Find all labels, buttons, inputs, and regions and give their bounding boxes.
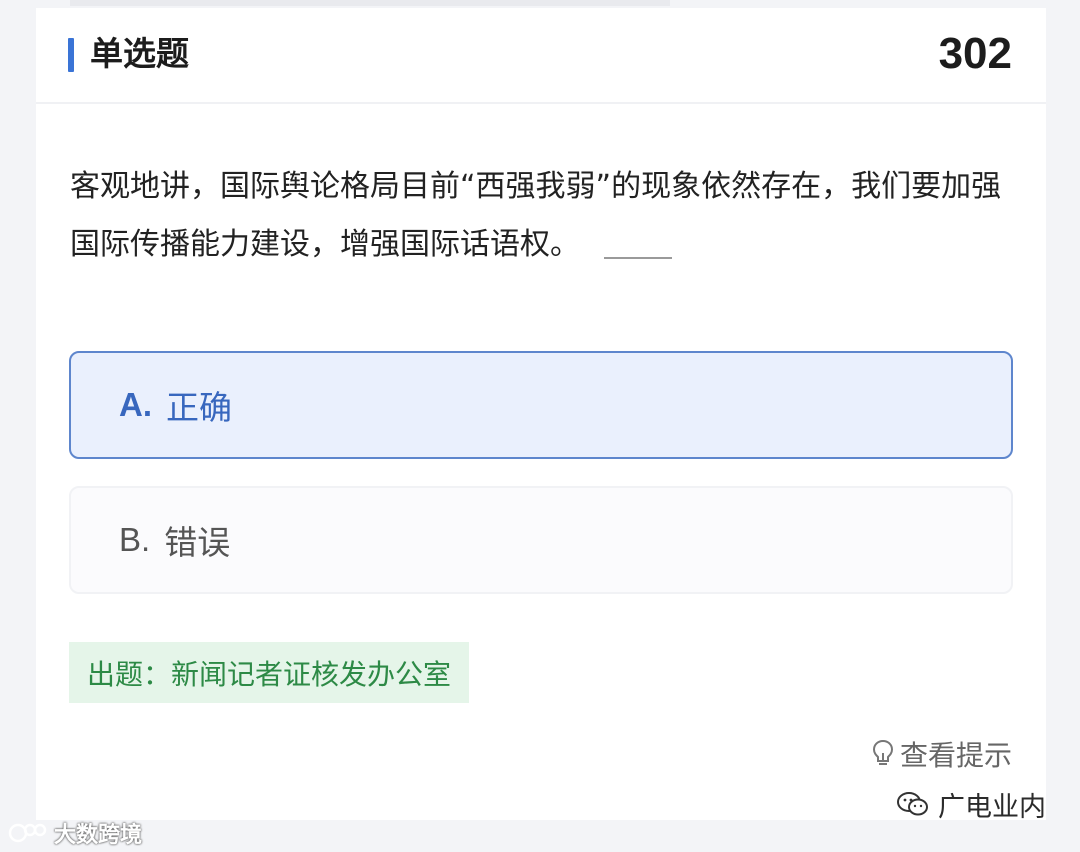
- view-hint-button[interactable]: 查看提示: [872, 734, 1012, 774]
- watermark-logo-icon: [8, 823, 47, 843]
- option-label: 正确: [166, 388, 232, 427]
- option-label: 错误: [164, 523, 231, 562]
- wechat-icon: [897, 792, 928, 816]
- watermark-left-text: 大数跨境: [54, 823, 143, 848]
- hint-label: 查看提示: [899, 739, 1012, 772]
- question-text: 客观地讲，国际舆论格局目前“西强我弱”的现象依然存在，我们要加强国际传播能力建设…: [70, 169, 1002, 262]
- wechat-watermark: 广电业内: [896, 784, 1046, 824]
- question-text-block: 客观地讲，国际舆论格局目前“西强我弱”的现象依然存在，我们要加强国际传播能力建设…: [70, 158, 1015, 274]
- source-tag: 出题：新闻记者证核发办公室: [69, 642, 470, 703]
- accent-bar: [68, 38, 74, 72]
- option-a[interactable]: A. 正确: [69, 351, 1013, 459]
- lightbulb-icon: [872, 739, 893, 765]
- question-number: 302: [938, 29, 1012, 78]
- option-letter: A.: [119, 386, 152, 423]
- option-letter: B.: [119, 521, 151, 558]
- answer-blank: [604, 256, 672, 259]
- option-b[interactable]: B. 错误: [69, 486, 1013, 594]
- question-type-label: 单选题: [90, 34, 189, 73]
- corner-watermark: 大数跨境: [8, 816, 142, 850]
- watermark-right-text: 广电业内: [938, 791, 1046, 823]
- question-header: 单选题 302: [36, 8, 1046, 104]
- question-card: 单选题 302 客观地讲，国际舆论格局目前“西强我弱”的现象依然存在，我们要加强…: [36, 8, 1046, 820]
- top-strip: [70, 0, 670, 6]
